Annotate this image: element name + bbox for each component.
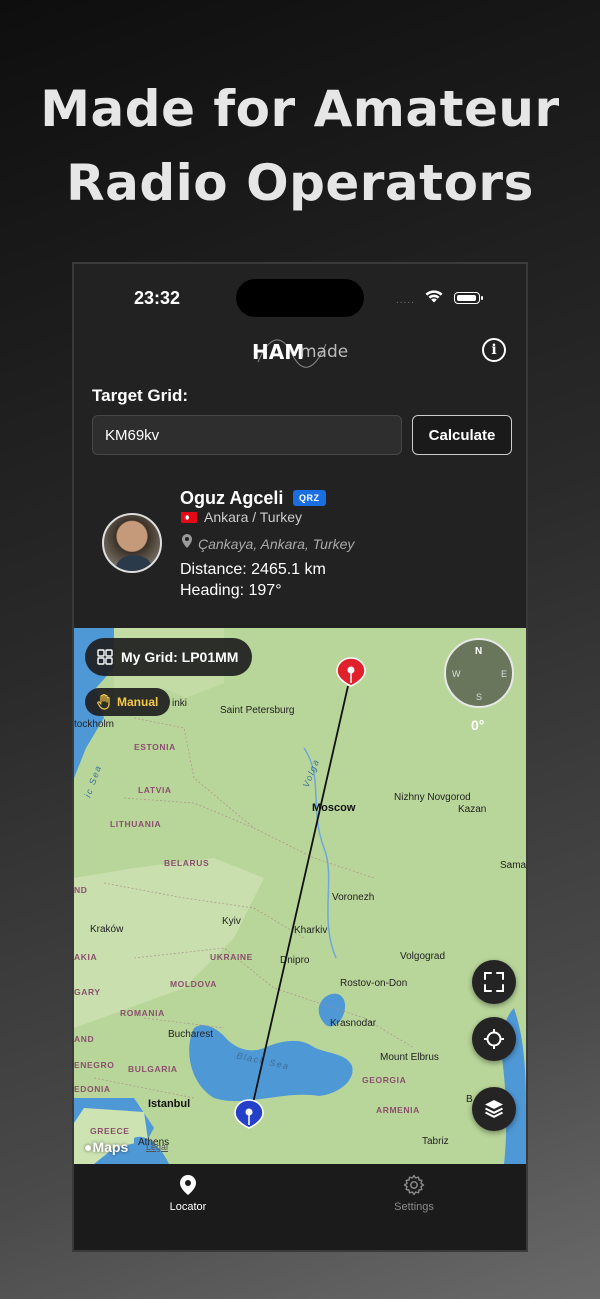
- headline-line-2: Radio Operators: [66, 154, 534, 212]
- location-pin-icon: [180, 1175, 196, 1195]
- compass-west: W: [452, 669, 461, 679]
- layers-button[interactable]: [472, 1087, 516, 1131]
- my-grid-chip[interactable]: My Grid: LP01MM: [85, 638, 253, 676]
- layers-icon: [485, 1100, 503, 1118]
- logo-ham-text: HAM: [252, 340, 305, 364]
- fullscreen-button[interactable]: [472, 960, 516, 1004]
- target-grid-input[interactable]: [92, 415, 402, 455]
- operator-name: Oguz Agceli: [180, 488, 284, 508]
- distance-readout: Distance: 2465.1 km: [180, 561, 326, 578]
- info-icon[interactable]: i: [482, 338, 506, 362]
- phone-screen: 23:32 ..... HAM made i Target Grid: Calc…: [72, 262, 528, 1252]
- hand-icon: [97, 694, 110, 710]
- grid-icon: [97, 649, 113, 665]
- wifi-icon: [425, 290, 443, 303]
- logo-made-text: made: [300, 342, 349, 362]
- marketing-headline: Made for Amateur Radio Operators: [0, 72, 600, 220]
- compass-east: E: [501, 669, 508, 679]
- legal-link[interactable]: Legal: [146, 1142, 168, 1152]
- locate-button[interactable]: [472, 1017, 516, 1061]
- locate-icon: [484, 1029, 504, 1049]
- tab-settings-label: Settings: [394, 1201, 434, 1213]
- dynamic-island: [236, 279, 364, 317]
- compass-heading: 0°: [471, 717, 485, 733]
- compass-south: S: [476, 692, 483, 702]
- battery-icon: [454, 292, 483, 304]
- maps-logo-text: Maps: [92, 1139, 129, 1155]
- tab-locator-label: Locator: [169, 1201, 207, 1213]
- map-view[interactable]: tockholm inki Saint Petersburg ESTONIA i…: [74, 628, 526, 1164]
- qrz-badge[interactable]: QRZ: [293, 490, 326, 506]
- compass-north: N: [475, 646, 483, 657]
- headline-line-1: Made for Amateur: [40, 80, 560, 138]
- operator-country: Ankara / Turkey: [204, 509, 303, 525]
- tab-bar: Locator Settings: [74, 1164, 526, 1250]
- location-pin-small-icon: [182, 534, 192, 548]
- target-grid-label: Target Grid:: [92, 386, 189, 405]
- heading-readout: Heading: 197°: [180, 582, 282, 599]
- signal-icon: .....: [396, 295, 415, 306]
- tab-locator[interactable]: Locator: [138, 1174, 238, 1213]
- target-pin-icon[interactable]: [336, 656, 366, 696]
- apple-maps-logo: ●Maps: [84, 1139, 128, 1155]
- status-bar: 23:32 .....: [74, 264, 526, 324]
- manual-mode-chip[interactable]: Manual: [85, 688, 171, 716]
- avatar: [102, 513, 162, 573]
- my-grid-label: My Grid: LP01MM: [121, 649, 239, 665]
- status-time: 23:32: [134, 288, 181, 308]
- hammade-logo: HAM made: [252, 332, 352, 372]
- compass-icon[interactable]: N W E S: [444, 638, 514, 708]
- calculate-button[interactable]: Calculate: [412, 415, 512, 455]
- tab-settings[interactable]: Settings: [364, 1174, 464, 1213]
- fullscreen-icon: [484, 972, 504, 992]
- manual-mode-label: Manual: [117, 695, 159, 709]
- home-pin-icon[interactable]: [234, 1098, 264, 1138]
- gear-icon: [403, 1174, 425, 1196]
- operator-locality: Çankaya, Ankara, Turkey: [198, 536, 355, 552]
- turkey-flag-icon: [181, 512, 197, 523]
